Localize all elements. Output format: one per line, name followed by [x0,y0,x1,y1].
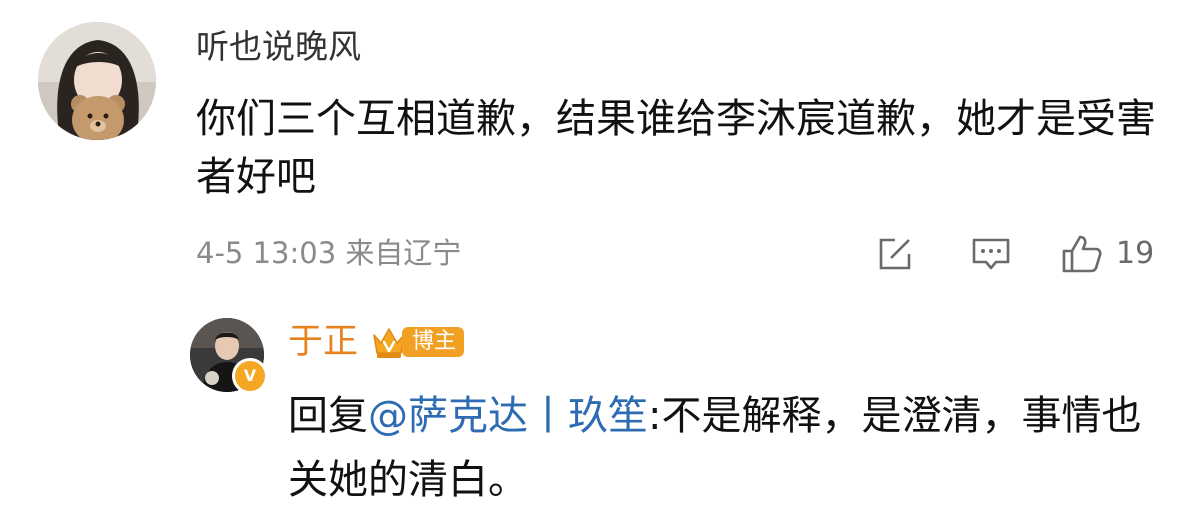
avatar-image [38,22,156,140]
blogger-badge-label: 博主 [402,327,465,357]
like-count: 19 [1116,236,1155,271]
comment-location: 来自辽宁 [345,236,462,270]
comment-timestamp: 4-5 13:03 [196,236,337,270]
verified-badge: V [232,358,268,394]
reply-prefix: 回复 [288,393,368,439]
share-button[interactable] [875,234,915,274]
reply-username[interactable]: 于正 [288,318,358,366]
comment-button[interactable] [970,234,1012,274]
reply-avatar[interactable]: V [190,318,268,394]
like-button[interactable]: 19 [1060,234,1154,274]
comment-item: 听也说晚风 你们三个互相道歉，结果谁给李沐宸道歉，她才是受害者好吧 4-5 13… [0,0,1200,532]
comment-icon [972,238,1010,270]
comment-username[interactable]: 听也说晚风 [196,25,361,69]
comment-meta: 4-5 13:03 来自辽宁 [196,233,461,273]
comment-text: 你们三个互相道歉，结果谁给李沐宸道歉，她才是受害者好吧 [196,96,1156,200]
thumbs-up-icon [1062,235,1102,273]
blogger-badge: 博主 [370,322,465,362]
mention-link[interactable]: @萨克达丨玖笙 [368,393,648,439]
reply-text: 回复@萨克达丨玖笙:不是解释，是澄清，事情也关她的清白。 [288,384,1178,512]
user-avatar[interactable] [38,22,156,140]
share-edit-icon [879,238,911,270]
